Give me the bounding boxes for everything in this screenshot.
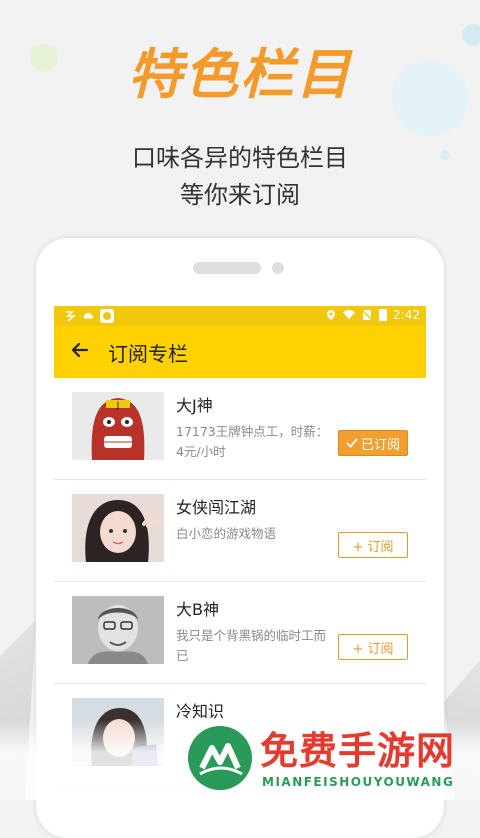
- column-desc: 17173王牌钟点工，时薪：4元/小时: [176, 424, 329, 459]
- app-toolbar: 订阅专栏: [54, 326, 426, 378]
- avatar: J: [72, 392, 164, 460]
- column-name: 冷知识: [176, 702, 225, 721]
- wifi-icon: [343, 309, 356, 320]
- watermark-logo-icon: [188, 726, 252, 790]
- list-item[interactable]: 大B神 我只是个背黑锅的临时工而已 + 订阅: [54, 582, 426, 684]
- subscribe-button[interactable]: + 订阅: [338, 532, 408, 558]
- list-item[interactable]: 女侠闯江湖 白小恋的游戏物语 + 订阅: [54, 480, 426, 582]
- app-badge-icon: [100, 309, 114, 323]
- check-icon: [346, 438, 358, 448]
- subscribed-label: 已订阅: [360, 437, 400, 453]
- column-name: 女侠闯江湖: [176, 498, 257, 517]
- location-icon: [327, 310, 336, 320]
- watermark-subtitle: MIANFEISHOUYOUWANG: [262, 775, 455, 789]
- promo-subtitle-line1: 口味各异的特色栏目: [132, 144, 348, 172]
- avatar: [72, 596, 164, 664]
- cloud-icon: [83, 312, 94, 319]
- column-desc: 白小恋的游戏物语: [176, 526, 277, 541]
- phone-speaker: [193, 262, 261, 274]
- no-sim-icon: [361, 309, 373, 321]
- subscribe-button[interactable]: + 订阅: [338, 634, 408, 660]
- avatar: [72, 494, 164, 562]
- back-arrow-icon[interactable]: [60, 340, 100, 365]
- phone-camera: [272, 262, 284, 274]
- battery-icon: [379, 309, 388, 321]
- watermark-title: 免费手游网: [260, 729, 456, 773]
- svg-text:J: J: [116, 401, 120, 411]
- list-item[interactable]: J 大J神 17173王牌钟点工，时薪：4元/小时 已订阅: [54, 378, 426, 480]
- column-desc: 我只是个背黑锅的临时工而已: [176, 628, 327, 663]
- status-time: 2:42: [393, 308, 420, 322]
- status-bar: 2:42: [54, 306, 426, 326]
- promo-subtitle-line2: 等你来订阅: [180, 181, 300, 209]
- app-icon: [66, 311, 76, 322]
- column-name: 大J神: [176, 396, 213, 415]
- toolbar-title: 订阅专栏: [108, 341, 188, 366]
- subscribed-button[interactable]: 已订阅: [338, 430, 408, 456]
- promo-headline: 特色栏目: [128, 43, 352, 106]
- column-name: 大B神: [176, 600, 219, 619]
